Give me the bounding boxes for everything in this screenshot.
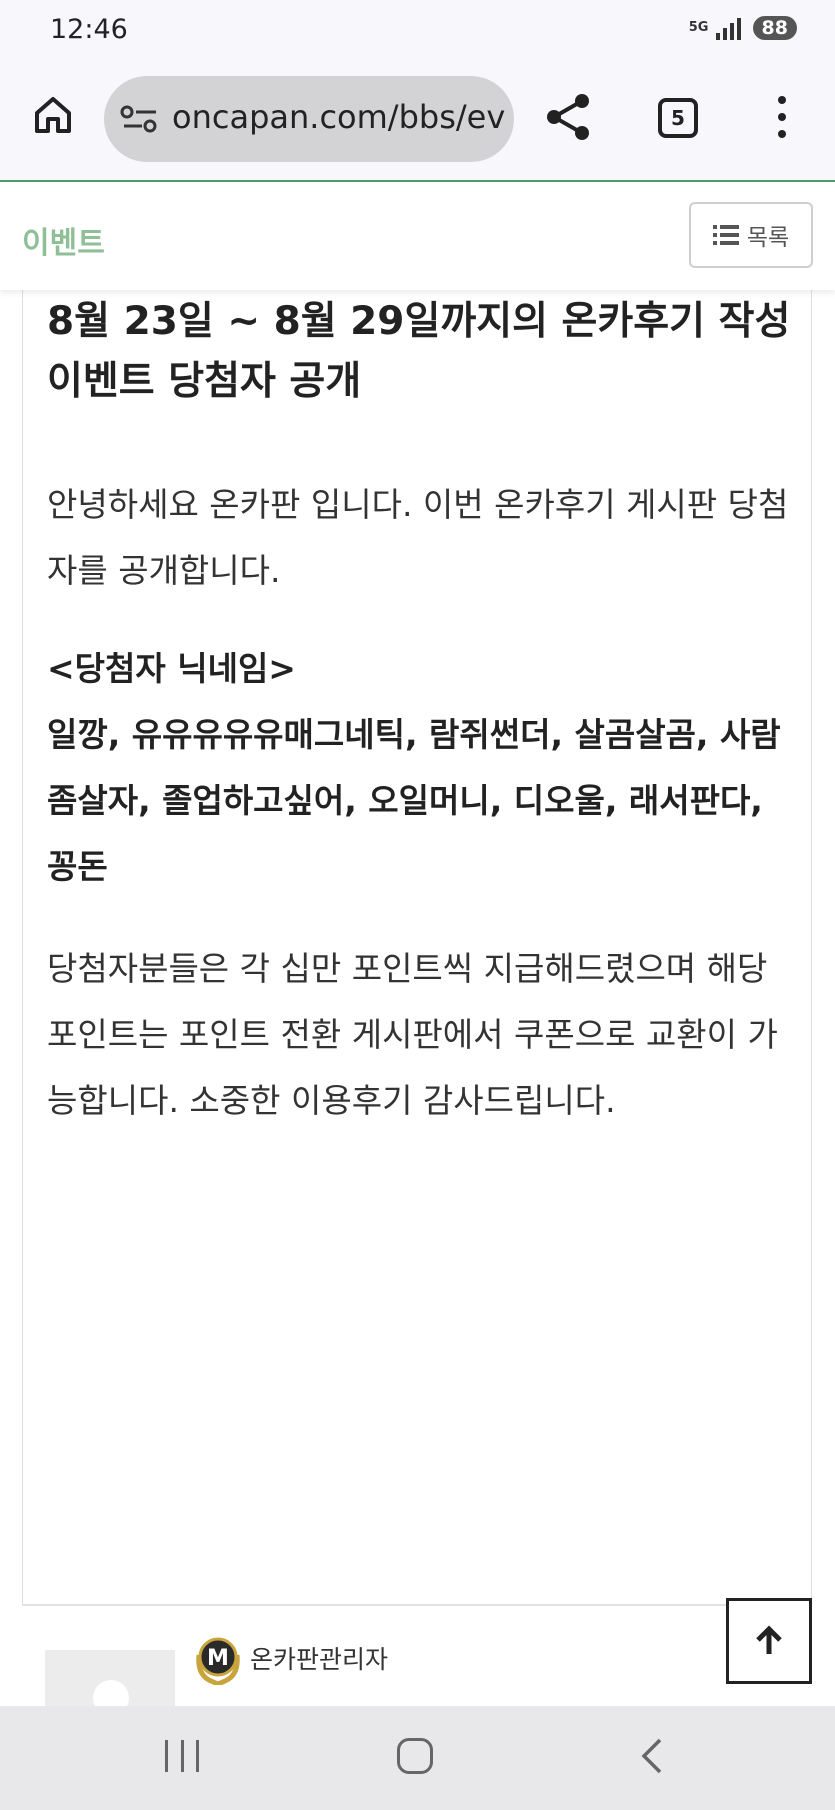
list-button-label: 목록 [746, 225, 790, 251]
back-icon[interactable] [636, 1736, 666, 1776]
signal-icon [715, 16, 741, 40]
author-name[interactable]: 온카판관리자 [250, 1640, 388, 1676]
network-5g-icon: 5G [688, 20, 709, 35]
browser-toolbar: oncapan.com/bbs/ev 5 [0, 62, 835, 182]
divider [22, 1604, 812, 1606]
scroll-top-button[interactable] [726, 1598, 812, 1684]
list-button[interactable]: 목록 [689, 202, 813, 268]
battery-icon: 88 [752, 16, 797, 40]
admin-badge-letter: M [207, 1646, 229, 1671]
board-header: 이벤트 목록 [0, 184, 835, 290]
url-text[interactable]: oncapan.com/bbs/ev [172, 98, 512, 136]
author-avatar[interactable] [45, 1650, 175, 1710]
winners-list: 일깡, 유유유유유매그네틱, 람쥐썬더, 살곰살곰, 사람좀살자, 졸업하고싶어… [47, 715, 781, 886]
home-button[interactable] [28, 90, 78, 140]
more-menu-icon[interactable] [770, 92, 794, 142]
home-icon [35, 97, 71, 133]
article-paragraph-notice: 당첨자분들은 각 십만 포인트씩 지급해드렸으며 해당 포인트는 포인트 전환 … [47, 949, 778, 1120]
winners-section: <당첨자 닉네임> 일깡, 유유유유유매그네틱, 람쥐썬더, 살곰살곰, 사람좀… [47, 636, 799, 900]
admin-badge-icon: M [196, 1637, 240, 1685]
site-settings-icon[interactable] [120, 104, 160, 134]
winners-heading: <당첨자 닉네임> [47, 649, 296, 688]
nav-home-icon[interactable] [397, 1738, 433, 1774]
share-icon[interactable] [544, 92, 594, 142]
address-bar[interactable]: oncapan.com/bbs/ev [104, 76, 514, 162]
article: 8월 23일 ~ 8월 29일까지의 온카후기 작성 이벤트 당첨자 공개 안녕… [22, 290, 812, 1605]
list-icon [712, 225, 739, 245]
article-paragraph-intro: 안녕하세요 온카판 입니다. 이번 온카후기 게시판 당첨자를 공개합니다. [47, 485, 789, 590]
status-bar: 12:46 5G 88 [0, 0, 835, 62]
board-title[interactable]: 이벤트 [22, 218, 105, 262]
tabs-button[interactable]: 5 [658, 98, 698, 138]
recent-apps-icon[interactable] [165, 1740, 199, 1772]
system-navigation-bar [0, 1706, 835, 1810]
status-time: 12:46 [50, 14, 128, 45]
arrow-up-icon [756, 1625, 782, 1654]
article-title: 8월 23일 ~ 8월 29일까지의 온카후기 작성 이벤트 당첨자 공개 [47, 299, 791, 404]
status-indicators: 5G 88 [688, 16, 797, 40]
